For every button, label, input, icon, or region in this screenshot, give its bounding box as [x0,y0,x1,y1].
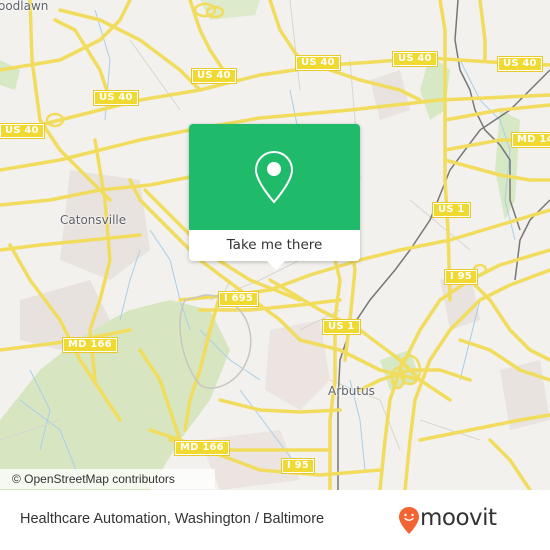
map[interactable]: oodlawn Catonsville Arbutus US 40 US 40 … [0,0,550,490]
popup-pointer [267,261,285,270]
take-me-there-button[interactable]: Take me there [189,230,360,261]
road-shield-md144: MD 144 [511,132,550,148]
road-shield-i695: I 695 [217,291,260,307]
road-shield-md166: MD 166 [174,440,230,456]
road-shield-us40: US 40 [497,56,543,72]
moovit-wordmark: moovit [420,505,497,531]
road-shield-us1: US 1 [322,319,361,335]
road-shield-us40: US 40 [191,68,237,84]
road-shield-us40: US 40 [0,123,45,139]
location-popup: Take me there [189,124,360,270]
map-attribution[interactable]: © OpenStreetMap contributors [0,469,215,489]
footer: Healthcare Automation, Washington / Balt… [0,490,550,550]
place-label-arbutus: Arbutus [328,384,375,398]
road-shield-us1: US 1 [432,202,471,218]
road-shield-us40: US 40 [93,90,139,106]
road-shield-i95: I 95 [444,269,478,285]
moovit-logo[interactable]: moovit [398,504,538,538]
map-pin-icon [254,150,294,204]
moovit-pin-icon [399,507,419,534]
location-title: Healthcare Automation, Washington / Balt… [20,511,325,527]
place-label-catonsville: Catonsville [60,213,127,227]
road-shield-us40: US 40 [392,51,438,67]
road-shield-i95: I 95 [281,458,315,474]
road-shield-md166: MD 166 [62,337,118,353]
place-label-woodlawn: oodlawn [0,0,49,13]
popup-header [189,124,360,230]
road-shield-us40: US 40 [295,55,341,71]
